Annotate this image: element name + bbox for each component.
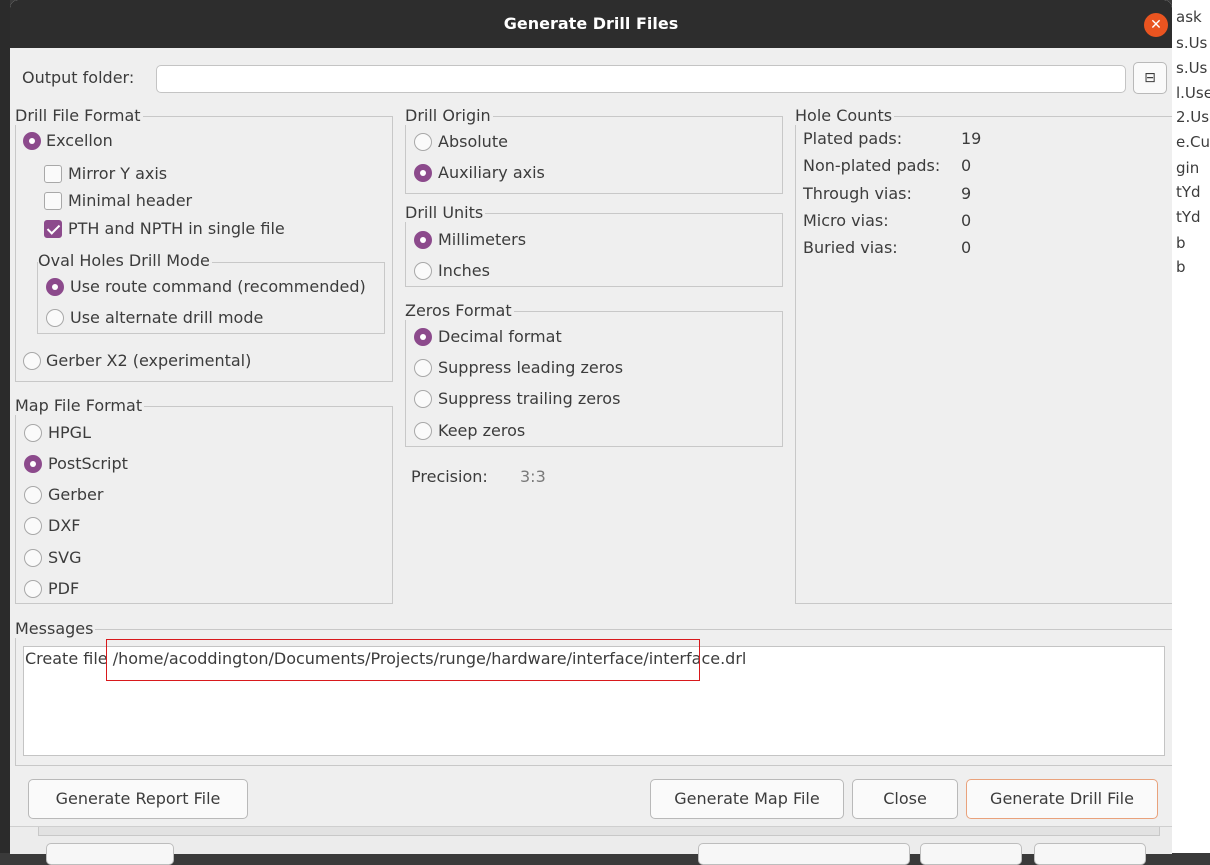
close-button[interactable]: Close <box>852 779 958 819</box>
zeros-format-title: Zeros Format <box>405 301 514 320</box>
titlebar: Generate Drill Files ✕ <box>10 0 1172 48</box>
output-folder-input[interactable] <box>156 65 1126 93</box>
inches-label: Inches <box>438 261 490 280</box>
decimal-format-radio[interactable] <box>414 328 432 346</box>
gerber-x2-label: Gerber X2 (experimental) <box>46 351 252 370</box>
map-dxf-label: DXF <box>48 516 81 535</box>
suppress-trailing-label: Suppress trailing zeros <box>438 389 621 408</box>
drill-origin-title: Drill Origin <box>405 106 493 125</box>
pth-npth-label: PTH and NPTH in single file <box>68 219 285 238</box>
background-button <box>46 843 174 865</box>
background-window-left <box>0 0 10 853</box>
background-text: tYd <box>1176 183 1201 201</box>
output-folder-label: Output folder: <box>22 68 135 87</box>
background-text: s.Us <box>1176 59 1208 77</box>
precision-value: 3:3 <box>520 467 546 486</box>
folder-browse-button[interactable]: ⊟ <box>1133 62 1167 94</box>
millimeters-label: Millimeters <box>438 230 527 249</box>
map-gerber-label: Gerber <box>48 485 104 504</box>
plated-pads-label: Plated pads: <box>803 129 903 148</box>
inches-radio[interactable] <box>414 262 432 280</box>
messages-title: Messages <box>15 619 96 638</box>
background-window-right: ask s.Us s.Us l.Use 2.Us e.Cu gin tYd tY… <box>1172 0 1210 853</box>
through-vias-label: Through vias: <box>803 184 912 203</box>
background-text: b <box>1176 258 1186 276</box>
background-text: l.Use <box>1176 84 1210 102</box>
use-route-radio[interactable] <box>46 278 64 296</box>
map-pdf-label: PDF <box>48 579 80 598</box>
background-text: 2.Us <box>1176 108 1210 126</box>
use-alternate-radio[interactable] <box>46 309 64 327</box>
excellon-radio[interactable] <box>23 132 41 150</box>
through-vias-value: 9 <box>961 184 972 203</box>
suppress-leading-label: Suppress leading zeros <box>438 358 624 377</box>
drill-units-title: Drill Units <box>405 203 486 222</box>
background-text: e.Cu <box>1176 133 1210 151</box>
suppress-leading-radio[interactable] <box>414 359 432 377</box>
background-text: b <box>1176 234 1186 252</box>
excellon-label: Excellon <box>46 131 113 150</box>
map-svg-label: SVG <box>48 548 82 567</box>
background-text: s.Us <box>1176 34 1208 52</box>
micro-vias-value: 0 <box>961 211 972 230</box>
dialog-title: Generate Drill Files <box>503 14 679 33</box>
background-window-bottom <box>10 826 1172 865</box>
non-plated-pads-label: Non-plated pads: <box>803 156 941 175</box>
buried-vias-value: 0 <box>961 238 972 257</box>
generate-drill-file-button[interactable]: Generate Drill File <box>966 779 1158 819</box>
highlight-annotation <box>106 639 700 681</box>
precision-label: Precision: <box>411 467 488 486</box>
gerber-x2-radio[interactable] <box>23 352 41 370</box>
mirror-y-checkbox[interactable] <box>44 165 62 183</box>
auxiliary-axis-label: Auxiliary axis <box>438 163 545 182</box>
auxiliary-axis-radio[interactable] <box>414 164 432 182</box>
background-button <box>698 843 910 865</box>
buried-vias-label: Buried vias: <box>803 238 898 257</box>
keep-zeros-label: Keep zeros <box>438 421 526 440</box>
map-pdf-radio[interactable] <box>24 580 42 598</box>
map-gerber-radio[interactable] <box>24 486 42 504</box>
absolute-label: Absolute <box>438 132 508 151</box>
background-button <box>1034 843 1146 865</box>
absolute-radio[interactable] <box>414 133 432 151</box>
decimal-format-label: Decimal format <box>438 327 562 346</box>
map-file-format-title: Map File Format <box>15 396 145 415</box>
generate-drill-files-dialog: Generate Drill Files ✕ Output folder: ⊟ … <box>10 0 1172 826</box>
background-text: gin <box>1176 159 1200 177</box>
use-route-label: Use route command (recommended) <box>70 277 366 296</box>
generate-map-file-button[interactable]: Generate Map File <box>650 779 844 819</box>
minimal-header-checkbox[interactable] <box>44 192 62 210</box>
close-icon[interactable]: ✕ <box>1144 13 1168 37</box>
background-text: ask <box>1176 8 1202 26</box>
millimeters-radio[interactable] <box>414 231 432 249</box>
folder-browse-icon: ⊟ <box>1144 70 1156 86</box>
non-plated-pads-value: 0 <box>961 156 972 175</box>
micro-vias-label: Micro vias: <box>803 211 889 230</box>
mirror-y-label: Mirror Y axis <box>68 164 168 183</box>
drill-file-format-title: Drill File Format <box>15 106 143 125</box>
use-alternate-label: Use alternate drill mode <box>70 308 264 327</box>
plated-pads-value: 19 <box>961 129 982 148</box>
oval-holes-title: Oval Holes Drill Mode <box>38 251 212 270</box>
map-hpgl-label: HPGL <box>48 423 91 442</box>
minimal-header-label: Minimal header <box>68 191 193 210</box>
generate-report-file-button[interactable]: Generate Report File <box>28 779 248 819</box>
background-text: tYd <box>1176 208 1201 226</box>
map-postscript-label: PostScript <box>48 454 128 473</box>
drill-file-format-group <box>15 116 393 382</box>
background-panel <box>38 827 1160 836</box>
pth-npth-checkbox[interactable] <box>44 220 62 238</box>
drill-origin-group <box>405 116 783 194</box>
map-dxf-radio[interactable] <box>24 517 42 535</box>
map-svg-radio[interactable] <box>24 549 42 567</box>
map-hpgl-radio[interactable] <box>24 424 42 442</box>
hole-counts-title: Hole Counts <box>795 106 895 125</box>
background-button <box>920 843 1022 865</box>
suppress-trailing-radio[interactable] <box>414 390 432 408</box>
keep-zeros-radio[interactable] <box>414 422 432 440</box>
map-postscript-radio[interactable] <box>24 455 42 473</box>
